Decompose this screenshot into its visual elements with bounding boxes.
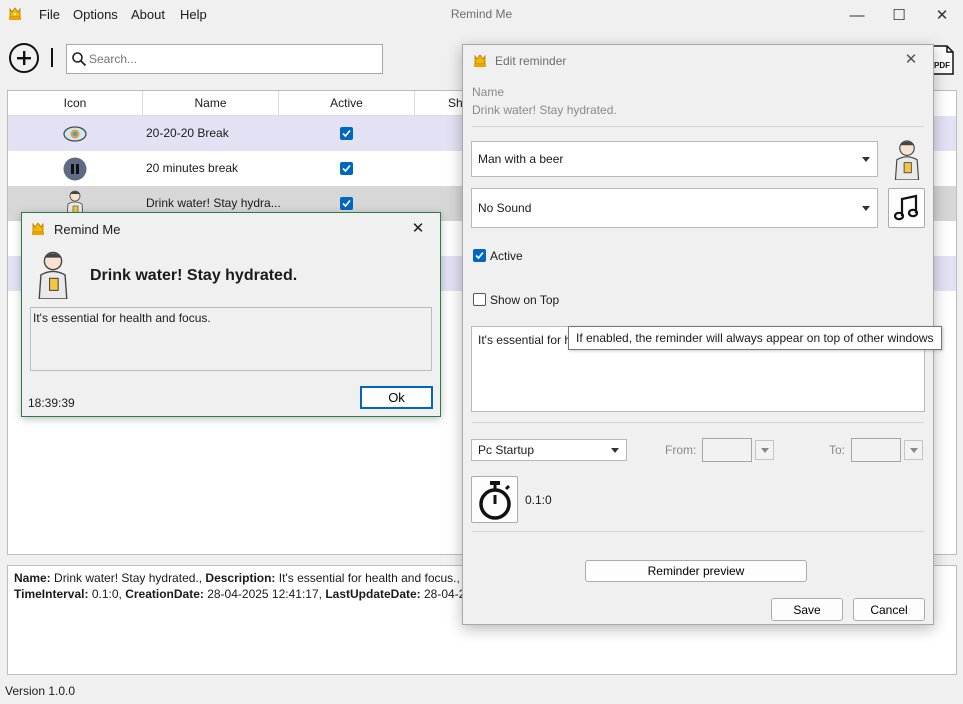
check-icon <box>342 199 351 208</box>
active-checkbox[interactable] <box>340 197 353 210</box>
window-title: Remind Me <box>450 7 513 21</box>
active-checkbox[interactable] <box>473 249 486 262</box>
icon-select[interactable]: Man with a beer <box>471 141 878 177</box>
chevron-down-icon <box>910 448 918 453</box>
check-icon <box>475 251 484 260</box>
active-checkbox[interactable] <box>340 127 353 140</box>
edit-dialog-title: Edit reminder <box>495 54 567 68</box>
from-label: From: <box>665 443 697 457</box>
detail-label-description: Description: <box>205 571 276 585</box>
detail-label-interval: TimeInterval: <box>14 587 89 601</box>
svg-text:PDF: PDF <box>934 61 950 70</box>
detail-label-name: Name: <box>14 571 51 585</box>
detail-value-description: It's essential for health and focus., <box>275 571 464 585</box>
show-on-top-checkbox[interactable] <box>473 293 486 306</box>
description-text: It's essential for h <box>478 333 571 347</box>
close-window-button[interactable]: ✕ <box>920 0 963 30</box>
chevron-down-icon <box>862 157 870 162</box>
popup-message: It's essential for health and focus. <box>30 307 432 371</box>
version-label: Version 1.0.0 <box>5 684 76 698</box>
column-header-active[interactable]: Active <box>279 91 415 116</box>
interval-value: 0.1:0 <box>525 493 552 507</box>
title-bar: File Options About Help Remind Me — ☐ ✕ <box>0 0 963 30</box>
cancel-button[interactable]: Cancel <box>853 598 925 621</box>
detail-value-creation: 28-04-2025 12:41:17, <box>203 587 326 601</box>
pause-icon <box>63 157 87 181</box>
detail-value-interval: 0.1:0, <box>88 587 126 601</box>
detail-label-update: LastUpdateDate: <box>325 587 421 601</box>
maximize-button[interactable]: ☐ <box>877 0 921 30</box>
save-button[interactable]: Save <box>771 598 843 621</box>
show-on-top-label: Show on Top <box>490 293 560 307</box>
toolbar-separator <box>51 48 53 67</box>
to-dropdown-button[interactable] <box>904 440 923 460</box>
popup-ok-button[interactable]: Ok <box>360 386 433 409</box>
show-on-top-tooltip: If enabled, the reminder will always app… <box>568 326 942 350</box>
name-label: Name <box>472 85 505 99</box>
from-time-input[interactable] <box>702 438 752 462</box>
man-with-beer-icon <box>38 251 68 299</box>
from-dropdown-button[interactable] <box>755 440 774 460</box>
man-with-beer-icon <box>894 140 920 180</box>
detail-label-creation: CreationDate: <box>125 587 204 601</box>
music-note-icon <box>893 194 918 221</box>
reminder-popup: Remind Me ✕ Drink water! Stay hydrated. … <box>21 212 441 417</box>
detail-value-name: Drink water! Stay hydrated., <box>50 571 206 585</box>
popup-title: Remind Me <box>54 222 121 237</box>
popup-time: 18:39:39 <box>28 396 75 410</box>
add-reminder-button[interactable] <box>9 43 39 73</box>
chevron-down-icon <box>862 206 870 211</box>
active-label: Active <box>490 249 523 263</box>
column-header-icon[interactable]: Icon <box>8 91 143 116</box>
search-icon <box>72 52 87 67</box>
reminder-preview-button[interactable]: Reminder preview <box>585 560 807 582</box>
plus-circle-icon <box>17 51 31 65</box>
minimize-button[interactable]: — <box>835 0 879 30</box>
popup-close-button[interactable]: ✕ <box>404 219 432 239</box>
name-field[interactable]: Drink water! Stay hydrated. <box>472 103 617 117</box>
icon-select-value: Man with a beer <box>478 152 564 166</box>
chevron-down-icon <box>611 448 619 453</box>
bell-icon <box>474 54 486 67</box>
eye-icon <box>63 126 87 142</box>
trigger-select[interactable]: Pc Startup <box>471 439 627 461</box>
reminder-name: 20 minutes break <box>146 161 239 175</box>
sound-select-value: No Sound <box>478 201 532 215</box>
stopwatch-icon <box>478 480 511 520</box>
column-header-name[interactable]: Name <box>143 91 279 116</box>
popup-heading: Drink water! Stay hydrated. <box>90 267 298 284</box>
trigger-select-value: Pc Startup <box>478 443 535 457</box>
sound-select[interactable]: No Sound <box>471 188 878 228</box>
interval-button[interactable] <box>471 476 518 523</box>
chevron-down-icon <box>761 448 769 453</box>
divider <box>472 126 924 127</box>
divider <box>472 531 924 532</box>
divider <box>472 422 924 423</box>
reminder-name: 20-20-20 Break <box>146 126 229 140</box>
play-sound-button[interactable] <box>888 188 925 228</box>
check-icon <box>342 164 351 173</box>
to-label: To: <box>829 443 846 457</box>
active-checkbox[interactable] <box>340 162 353 175</box>
bell-icon <box>32 222 44 235</box>
edit-close-button[interactable]: ✕ <box>897 50 925 70</box>
to-time-input[interactable] <box>851 438 901 462</box>
check-icon <box>342 129 351 138</box>
search-box[interactable] <box>66 44 383 74</box>
search-input[interactable] <box>89 51 369 67</box>
